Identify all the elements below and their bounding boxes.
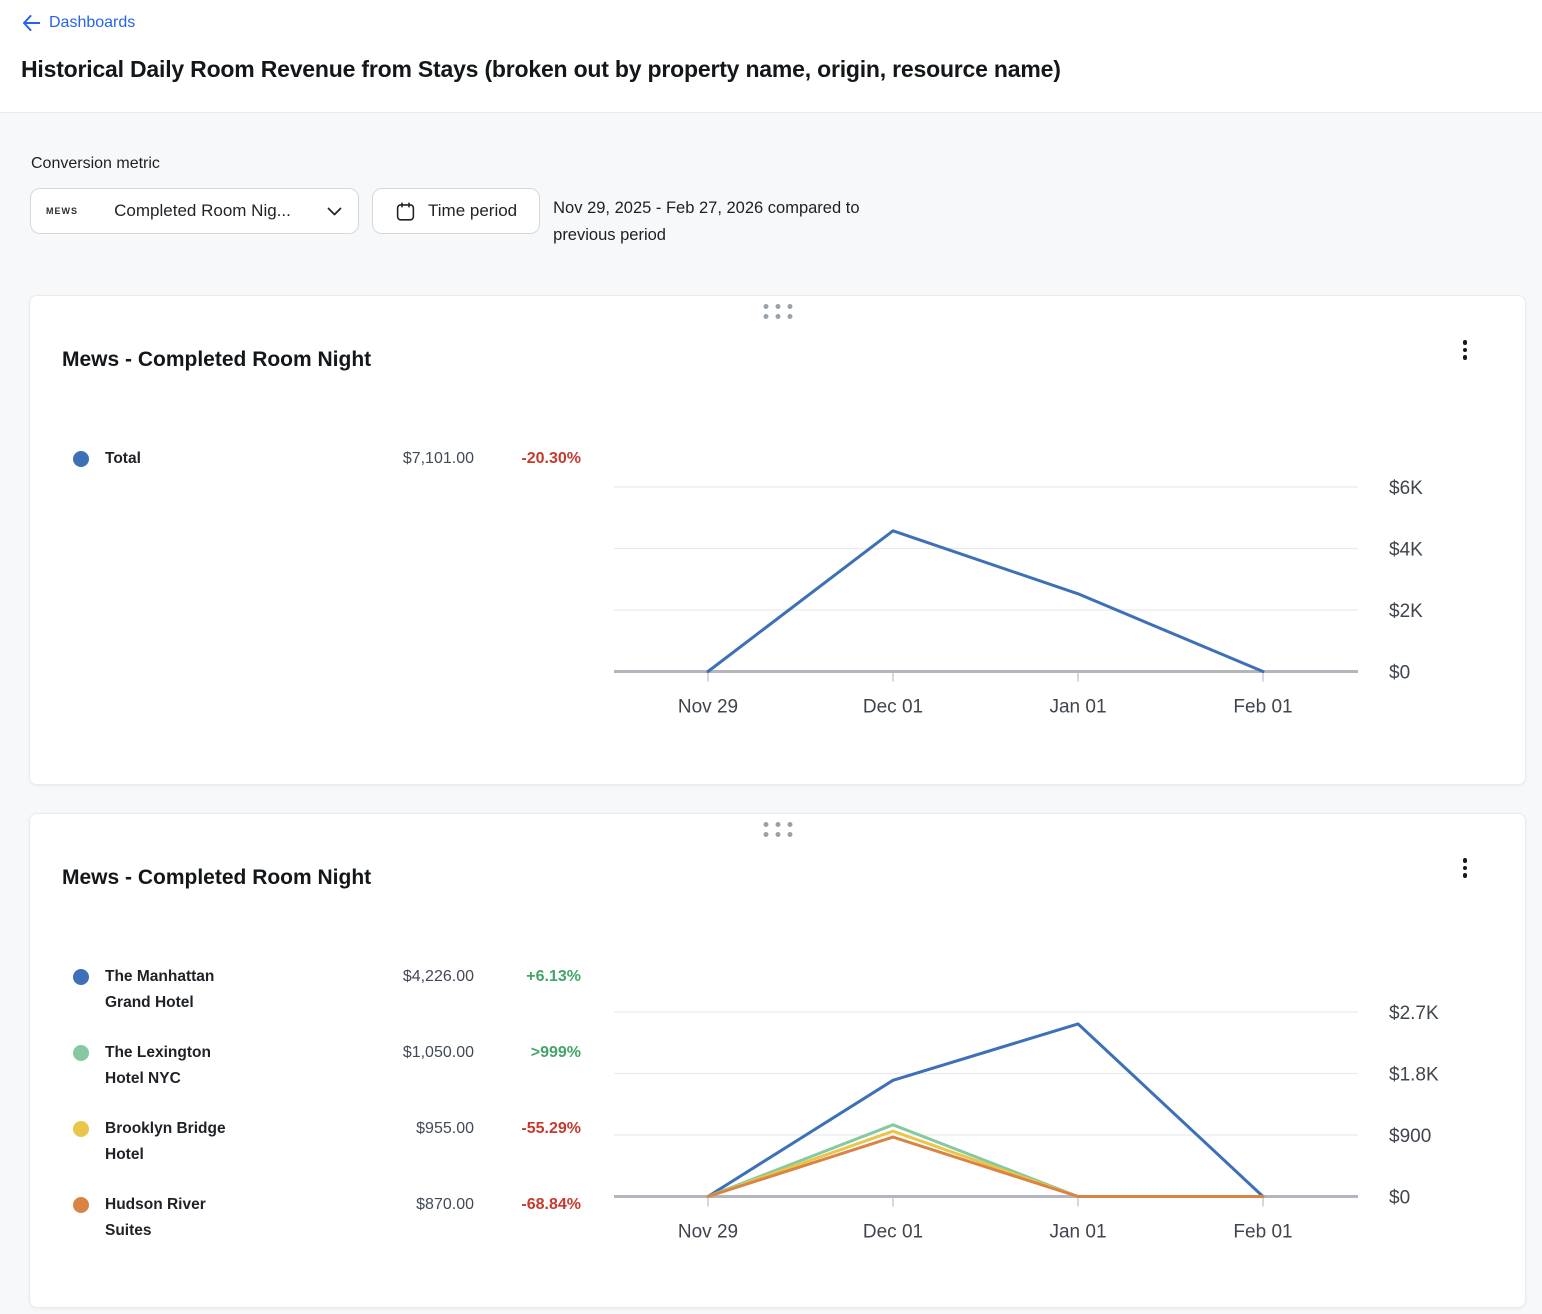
- svg-text:Feb 01: Feb 01: [1233, 697, 1292, 718]
- series-dot: [73, 1045, 89, 1061]
- conversion-metric-label: Conversion metric: [31, 155, 1542, 173]
- legend-row-hudson-river: Hudson River Suites $870.00 -68.84%: [73, 1192, 590, 1244]
- card-title: Mews - Completed Room Night: [62, 866, 371, 890]
- legend-row-brooklyn-bridge: Brooklyn Bridge Hotel $955.00 -55.29%: [73, 1116, 590, 1168]
- widget-card-by-property: Mews - Completed Room Night The Manhatta…: [29, 813, 1526, 1308]
- svg-text:$4K: $4K: [1389, 540, 1423, 561]
- svg-text:$2.7K: $2.7K: [1389, 1003, 1439, 1024]
- line-chart-total: $6K $4K $2K $0 Nov 29 Dec 01 Jan 01 Feb 01: [614, 451, 1494, 751]
- series-dot: [73, 451, 89, 467]
- series-change-badge: +6.13%: [490, 964, 581, 990]
- page-header: Dashboards Historical Daily Room Revenue…: [0, 0, 1542, 113]
- series-label: The Lexington Hotel NYC: [105, 1040, 245, 1092]
- series-value: $870.00: [261, 1192, 474, 1218]
- legend-row-lexington: The Lexington Hotel NYC $1,050.00 >999%: [73, 1040, 590, 1092]
- series-dot: [73, 969, 89, 985]
- chart-legend: Total $7,101.00 -20.30%: [30, 446, 590, 496]
- time-period-label: Time period: [428, 201, 517, 221]
- card-menu-button[interactable]: [1449, 850, 1481, 886]
- conversion-metric-select[interactable]: MEWS Completed Room Nig...: [30, 188, 359, 234]
- svg-text:Dec 01: Dec 01: [863, 1222, 923, 1243]
- card-menu-button[interactable]: [1449, 332, 1481, 368]
- conversion-metric-value: Completed Room Nig...: [89, 201, 316, 221]
- series-label: Total: [105, 446, 245, 472]
- series-change-badge: >999%: [490, 1040, 581, 1066]
- series-value: $1,050.00: [261, 1040, 474, 1066]
- series-dot: [73, 1197, 89, 1213]
- series-value: $955.00: [261, 1116, 474, 1142]
- back-arrow-icon: [22, 15, 40, 31]
- svg-text:$2K: $2K: [1389, 601, 1423, 622]
- line-chart-by-property: $2.7K $1.8K $900 $0 Nov 29 Dec 01 Jan 01 Feb 01: [614, 976, 1494, 1276]
- svg-text:Nov 29: Nov 29: [678, 697, 738, 718]
- legend-row-total: Total $7,101.00 -20.30%: [73, 446, 590, 472]
- widget-card-total: Mews - Completed Room Night Total $7,101…: [29, 295, 1526, 785]
- series-label: Hudson River Suites: [105, 1192, 245, 1244]
- page-title: Historical Daily Room Revenue from Stays…: [21, 54, 1510, 84]
- back-to-dashboards-link[interactable]: Dashboards: [22, 14, 135, 32]
- svg-text:Jan 01: Jan 01: [1049, 1222, 1106, 1243]
- series-change-badge: -20.30%: [490, 446, 581, 472]
- svg-text:$0: $0: [1389, 1188, 1410, 1209]
- svg-text:$1.8K: $1.8K: [1389, 1065, 1439, 1086]
- svg-text:$0: $0: [1389, 663, 1410, 684]
- svg-text:$6K: $6K: [1389, 478, 1423, 499]
- time-period-button[interactable]: Time period: [372, 188, 540, 234]
- date-range-line1: Nov 29, 2025 - Feb 27, 2026 compared to: [553, 195, 859, 222]
- svg-text:Jan 01: Jan 01: [1049, 697, 1106, 718]
- date-range-line2: previous period: [553, 222, 859, 249]
- legend-row-manhattan-grand: The Manhattan Grand Hotel $4,226.00 +6.1…: [73, 964, 590, 1016]
- series-label: The Manhattan Grand Hotel: [105, 964, 245, 1016]
- drag-handle-icon[interactable]: [759, 819, 796, 845]
- svg-text:Nov 29: Nov 29: [678, 1222, 738, 1243]
- card-title: Mews - Completed Room Night: [62, 348, 371, 372]
- series-change-badge: -55.29%: [490, 1116, 581, 1142]
- series-dot: [73, 1121, 89, 1137]
- drag-handle-icon[interactable]: [759, 301, 796, 327]
- svg-text:Feb 01: Feb 01: [1233, 1222, 1292, 1243]
- back-link-label: Dashboards: [49, 14, 135, 32]
- svg-text:$900: $900: [1389, 1126, 1431, 1147]
- date-range-text: Nov 29, 2025 - Feb 27, 2026 compared to …: [553, 188, 859, 249]
- series-label: Brooklyn Bridge Hotel: [105, 1116, 245, 1168]
- calendar-icon: [395, 201, 416, 222]
- series-change-badge: -68.84%: [490, 1192, 581, 1218]
- chevron-down-icon: [327, 207, 342, 216]
- controls-row: MEWS Completed Room Nig... Time period N…: [30, 188, 1542, 249]
- chart-legend: The Manhattan Grand Hotel $4,226.00 +6.1…: [30, 964, 590, 1268]
- series-value: $4,226.00: [261, 964, 474, 990]
- svg-text:Dec 01: Dec 01: [863, 697, 923, 718]
- series-value: $7,101.00: [261, 446, 474, 472]
- mews-logo: MEWS: [46, 206, 78, 216]
